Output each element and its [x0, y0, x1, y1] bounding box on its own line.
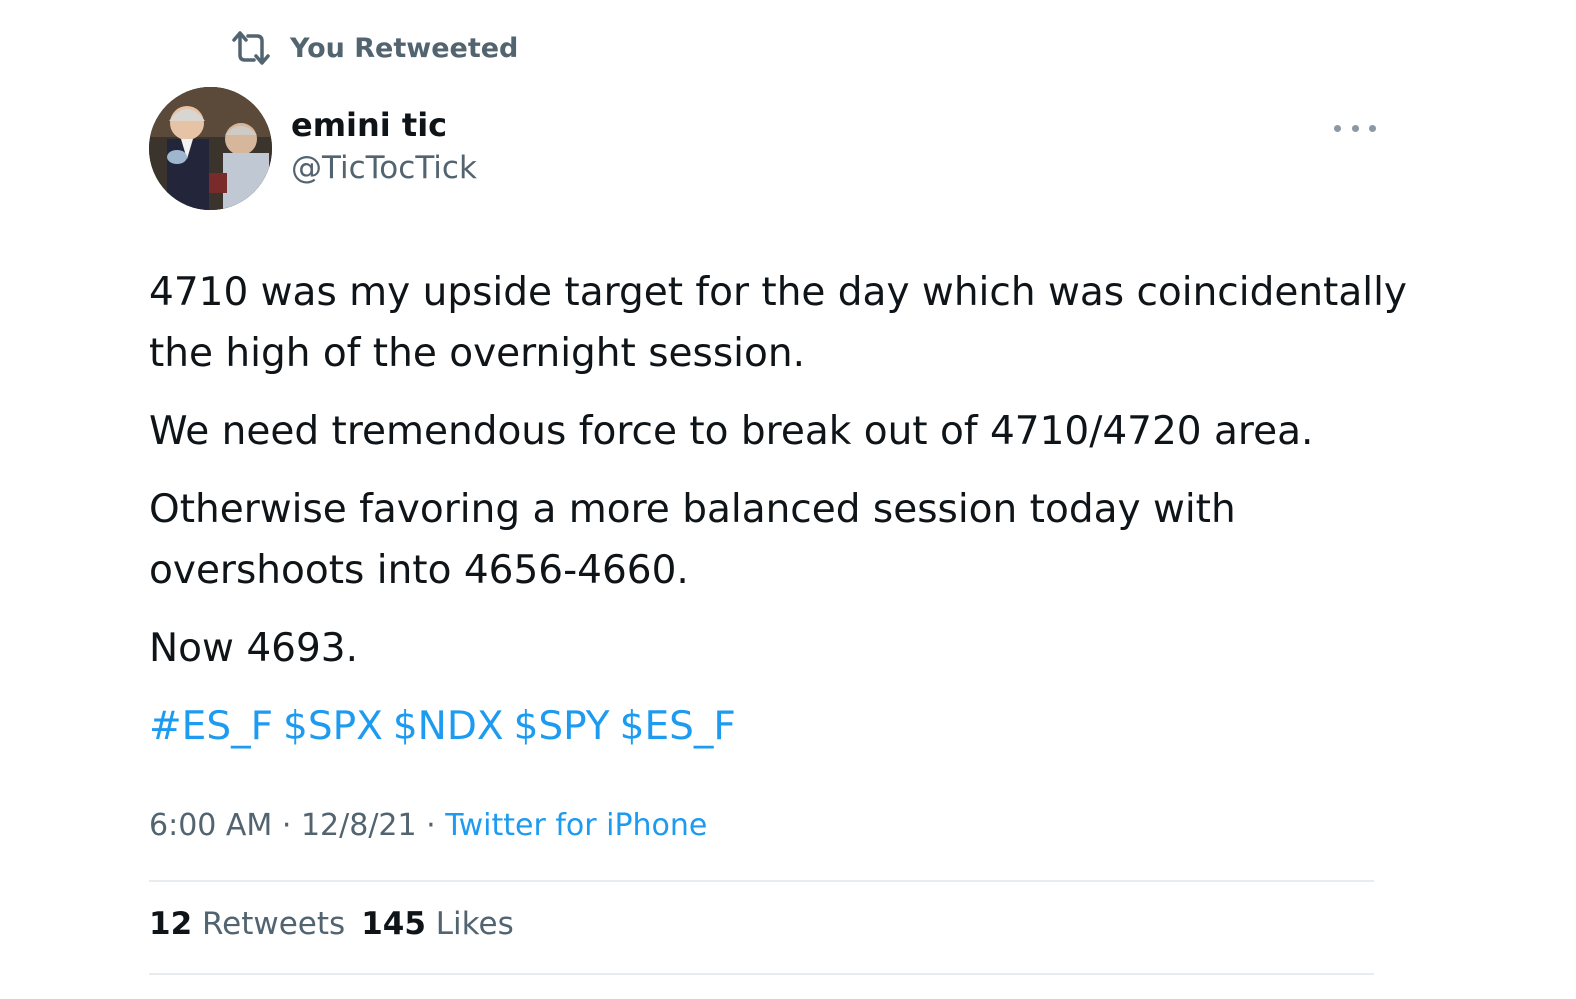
avatar[interactable] — [149, 87, 272, 210]
tweet-paragraph: Now 4693. — [149, 626, 358, 671]
tweet-date[interactable]: 12/8/21 — [301, 808, 417, 843]
tweet-stats: 12 Retweets 145 Likes — [149, 906, 530, 942]
more-dot — [1369, 124, 1376, 132]
tweet-paragraph: 4710 was my upside target for the day wh… — [149, 270, 1407, 376]
tweet-paragraph: We need tremendous force to break out of… — [149, 409, 1314, 454]
tweet-meta: 6:00 AM · 12/8/21 · Twitter for iPhone — [149, 808, 707, 843]
cashtag-link[interactable]: $NDX — [393, 704, 504, 749]
cashtag-link[interactable]: $SPY — [514, 704, 610, 749]
author-display-name[interactable]: emini tic — [291, 106, 447, 144]
avatar-photo — [149, 87, 272, 210]
hashtag-list: #ES_F $SPX $NDX $SPY $ES_F — [149, 696, 1409, 757]
retweets-stat[interactable]: 12 Retweets — [149, 906, 345, 942]
tweet-paragraph: Otherwise favoring a more balanced sessi… — [149, 487, 1236, 593]
likes-label: Likes — [435, 906, 514, 942]
retweet-banner-label: You Retweeted — [290, 32, 519, 64]
tweet-source-link[interactable]: Twitter for iPhone — [445, 808, 707, 843]
retweets-label: Retweets — [202, 906, 346, 942]
divider — [149, 880, 1374, 882]
divider — [149, 973, 1374, 975]
meta-separator: · — [281, 808, 292, 843]
tweet-time[interactable]: 6:00 AM — [149, 808, 272, 843]
more-options-icon[interactable] — [1334, 114, 1376, 142]
cashtag-link[interactable]: $ES_F — [620, 704, 736, 749]
likes-stat[interactable]: 145 Likes — [361, 906, 514, 942]
tweet-page: You Retweeted emini tic @TicTocTick 4710… — [0, 0, 1576, 999]
tweet-text: 4710 was my upside target for the day wh… — [149, 262, 1409, 774]
more-dot — [1334, 124, 1341, 132]
more-dot — [1351, 124, 1359, 132]
retweet-icon — [232, 31, 270, 65]
author-handle[interactable]: @TicTocTick — [291, 150, 477, 186]
retweet-banner[interactable]: You Retweeted — [230, 28, 518, 68]
hashtag-link[interactable]: #ES_F — [149, 704, 273, 749]
retweets-count: 12 — [149, 906, 193, 942]
meta-separator: · — [426, 808, 436, 843]
likes-count: 145 — [361, 906, 426, 942]
cashtag-link[interactable]: $SPX — [283, 704, 383, 749]
